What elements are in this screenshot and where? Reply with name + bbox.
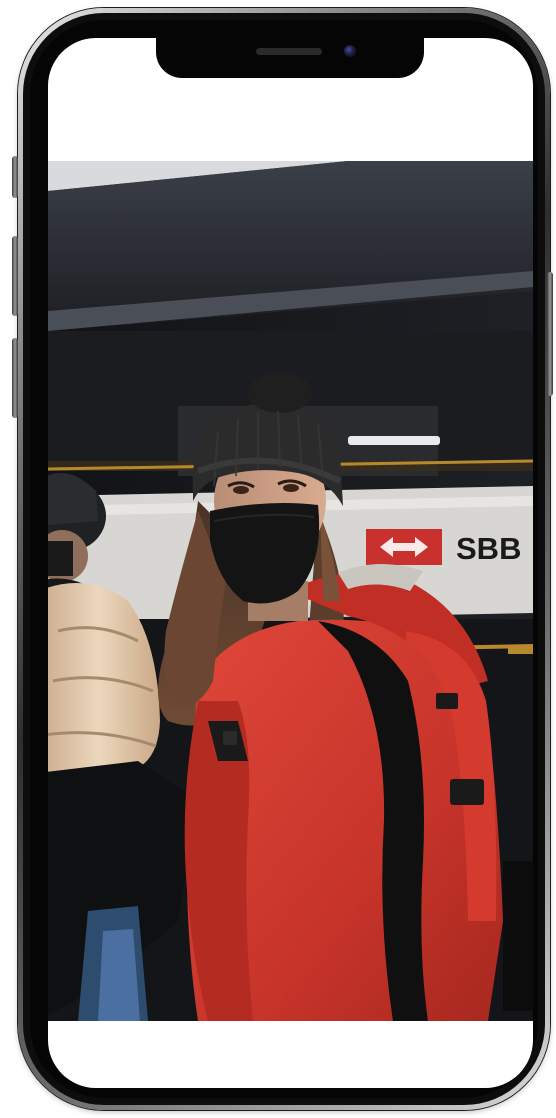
power-button xyxy=(547,272,553,396)
mockup-stage: SBB xyxy=(0,0,556,1118)
sbb-sign-text: SBB xyxy=(456,531,521,566)
photo-illustration: SBB xyxy=(48,161,533,1021)
volume-down-button xyxy=(12,338,18,418)
phone-screen: SBB xyxy=(48,38,533,1088)
notch xyxy=(156,38,424,78)
photo: SBB xyxy=(48,161,533,1021)
mute-switch xyxy=(12,156,18,198)
speaker-grille xyxy=(256,48,322,55)
front-camera-icon xyxy=(344,45,356,57)
volume-up-button xyxy=(12,236,18,316)
